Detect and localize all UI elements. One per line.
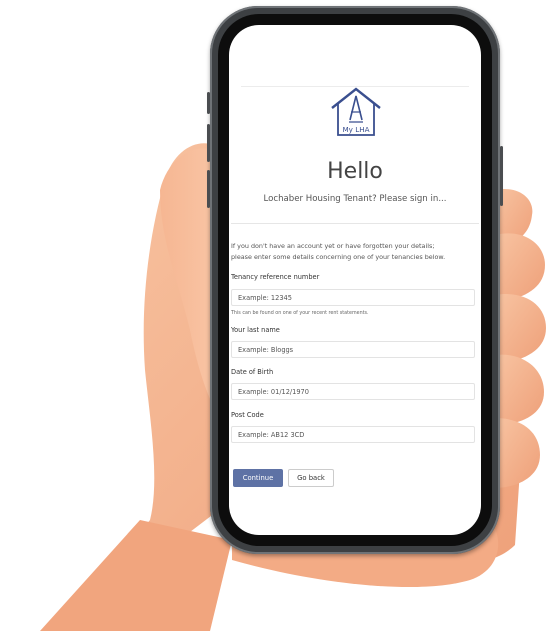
postcode-label: Post Code — [231, 411, 264, 419]
wrist — [40, 520, 232, 631]
svg-text:My LHA: My LHA — [342, 125, 369, 134]
finger-2 — [495, 233, 545, 302]
last-name-input[interactable] — [231, 341, 475, 358]
postcode-input[interactable] — [231, 426, 475, 443]
section-divider — [231, 223, 479, 224]
tenancy-ref-input[interactable] — [231, 289, 475, 306]
volume-down-button — [207, 170, 210, 208]
dob-input[interactable] — [231, 383, 475, 400]
finger-4 — [495, 354, 544, 425]
page-title: Hello — [327, 159, 383, 184]
power-button — [500, 146, 503, 206]
intro-text: If you don't have an account yet or have… — [231, 241, 479, 263]
intro-line-1: If you don't have an account yet or have… — [231, 242, 435, 250]
sign-in-page: My LHA Hello Lochaber Housing Tenant? Pl… — [229, 25, 481, 535]
go-back-button[interactable]: Go back — [288, 469, 334, 487]
volume-up-button — [207, 124, 210, 162]
mute-switch — [207, 92, 210, 114]
finger-3 — [495, 294, 546, 364]
tenancy-ref-hint: This can be found on one of your recent … — [231, 311, 369, 316]
continue-button[interactable]: Continue — [233, 469, 283, 487]
finger-5 — [495, 418, 540, 488]
phone-screen: My LHA Hello Lochaber Housing Tenant? Pl… — [229, 25, 481, 535]
phone-device: My LHA Hello Lochaber Housing Tenant? Pl… — [207, 6, 503, 554]
last-name-label: Your last name — [231, 326, 280, 334]
dob-label: Date of Birth — [231, 368, 274, 376]
my-lha-logo: My LHA — [331, 87, 381, 136]
tenancy-ref-label: Tenancy reference number — [231, 273, 320, 281]
page-subtitle: Lochaber Housing Tenant? Please sign in.… — [263, 194, 447, 204]
stage: My LHA Hello Lochaber Housing Tenant? Pl… — [0, 0, 546, 631]
intro-line-2: please enter some details concerning one… — [231, 253, 446, 261]
